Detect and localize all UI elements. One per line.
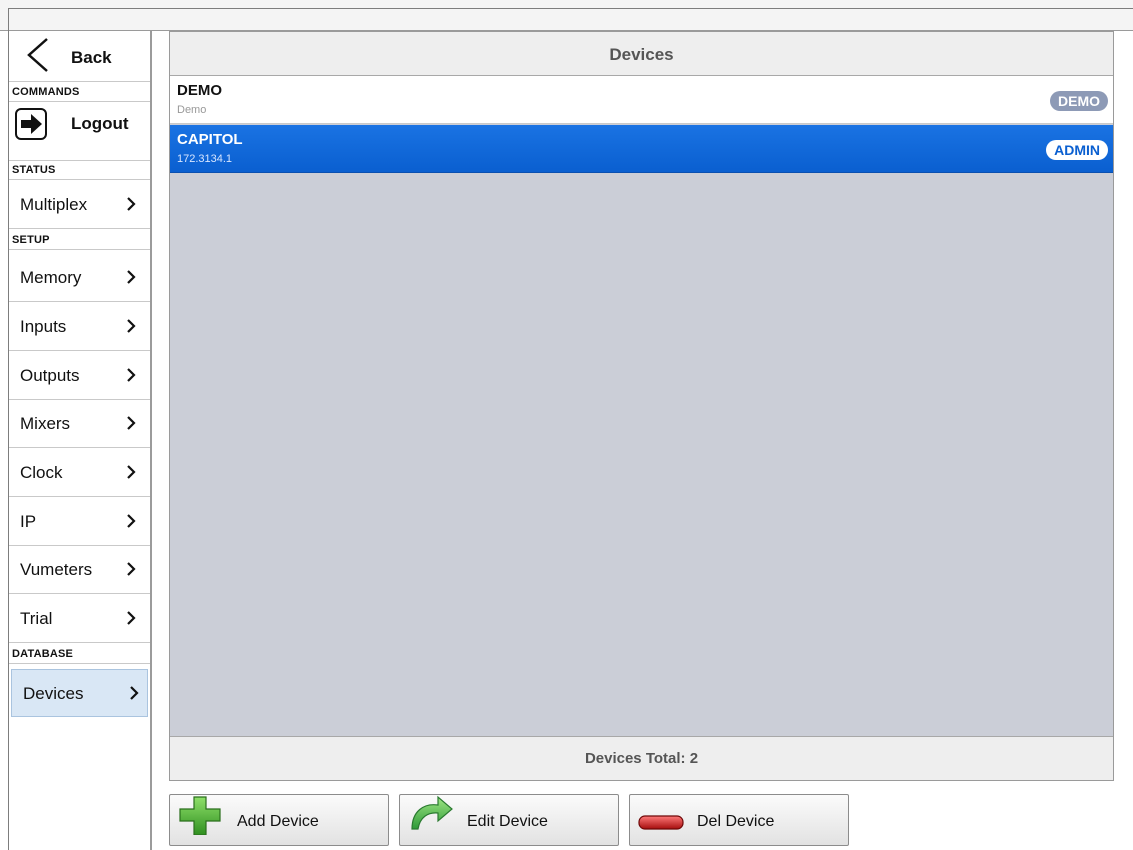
section-header-commands: COMMANDS (9, 82, 150, 102)
chevron-right-icon (127, 197, 136, 211)
sidebar-item-inputs[interactable]: Inputs (9, 303, 150, 351)
sidebar-item-label: Trial (20, 609, 53, 628)
red-minus-icon (638, 815, 684, 830)
sidebar-item-multiplex[interactable]: Multiplex (9, 181, 150, 229)
add-device-button[interactable]: Add Device (169, 794, 389, 846)
sidebar-item-label: Mixers (20, 414, 71, 433)
chevron-right-icon (127, 465, 136, 479)
back-label: Back (71, 48, 112, 67)
section-header-setup: SETUP (9, 230, 150, 250)
sidebar-item-devices[interactable]: Devices (11, 669, 148, 717)
del-device-button[interactable]: Del Device (629, 794, 849, 846)
device-name: DEMO (177, 82, 222, 99)
sidebar-item-clock[interactable]: Clock (9, 449, 150, 497)
green-plus-icon (179, 796, 221, 835)
window-frame-top (8, 8, 1133, 9)
sidebar-item-label: Devices (23, 684, 84, 703)
sidebar-item-ip[interactable]: IP (9, 498, 150, 546)
device-badge: ADMIN (1046, 140, 1108, 160)
chevron-right-icon (127, 319, 136, 333)
chevron-left-icon (27, 38, 48, 72)
chevron-right-icon (127, 562, 136, 576)
sidebar-item-trial[interactable]: Trial (9, 595, 150, 643)
sidebar-item-label: Clock (20, 463, 63, 482)
section-header-database: DATABASE (9, 644, 150, 664)
back-button[interactable]: Back (9, 31, 150, 82)
device-subtitle: Demo (177, 104, 207, 116)
devices-total: Devices Total: 2 (170, 736, 1113, 780)
section-header-status: STATUS (9, 160, 150, 180)
logout-button[interactable]: Logout (9, 103, 150, 161)
sidebar: Back COMMANDS Logout STATUS Multiplex SE… (9, 31, 152, 850)
logout-arrow-icon (15, 108, 47, 140)
device-row-capitol[interactable]: CAPITOL 172.3134.1 ADMIN (170, 125, 1113, 173)
sidebar-item-label: Memory (20, 268, 82, 287)
devices-panel: Devices DEMO Demo DEMO CAPITOL 172.3134.… (169, 31, 1114, 781)
sidebar-item-label: Outputs (20, 366, 80, 385)
del-device-label: Del Device (697, 813, 775, 830)
sidebar-item-memory[interactable]: Memory (9, 254, 150, 302)
add-device-label: Add Device (237, 813, 319, 830)
chevron-right-icon (127, 368, 136, 382)
chevron-right-icon (127, 416, 136, 430)
sidebar-item-label: Vumeters (20, 560, 93, 579)
edit-device-label: Edit Device (467, 813, 548, 830)
sidebar-item-label: Multiplex (20, 195, 88, 214)
sidebar-item-label: IP (20, 512, 37, 531)
sidebar-item-outputs[interactable]: Outputs (9, 352, 150, 400)
title-bar (0, 0, 1133, 31)
chevron-right-icon (127, 611, 136, 625)
page-title: Devices (170, 32, 1113, 76)
sidebar-item-mixers[interactable]: Mixers (9, 400, 150, 448)
device-row-demo[interactable]: DEMO Demo DEMO (170, 76, 1113, 124)
device-subtitle: 172.3134.1 (177, 153, 233, 165)
edit-device-button[interactable]: Edit Device (399, 794, 619, 846)
logout-label: Logout (71, 114, 129, 133)
sidebar-item-label: Inputs (20, 317, 67, 336)
chevron-right-icon (127, 514, 136, 528)
chevron-right-icon (127, 270, 136, 284)
sidebar-item-vumeters[interactable]: Vumeters (9, 546, 150, 594)
green-redo-arrow-icon (411, 795, 453, 830)
device-name: CAPITOL (177, 131, 243, 148)
chevron-right-icon (130, 686, 139, 700)
device-badge: DEMO (1050, 91, 1108, 111)
